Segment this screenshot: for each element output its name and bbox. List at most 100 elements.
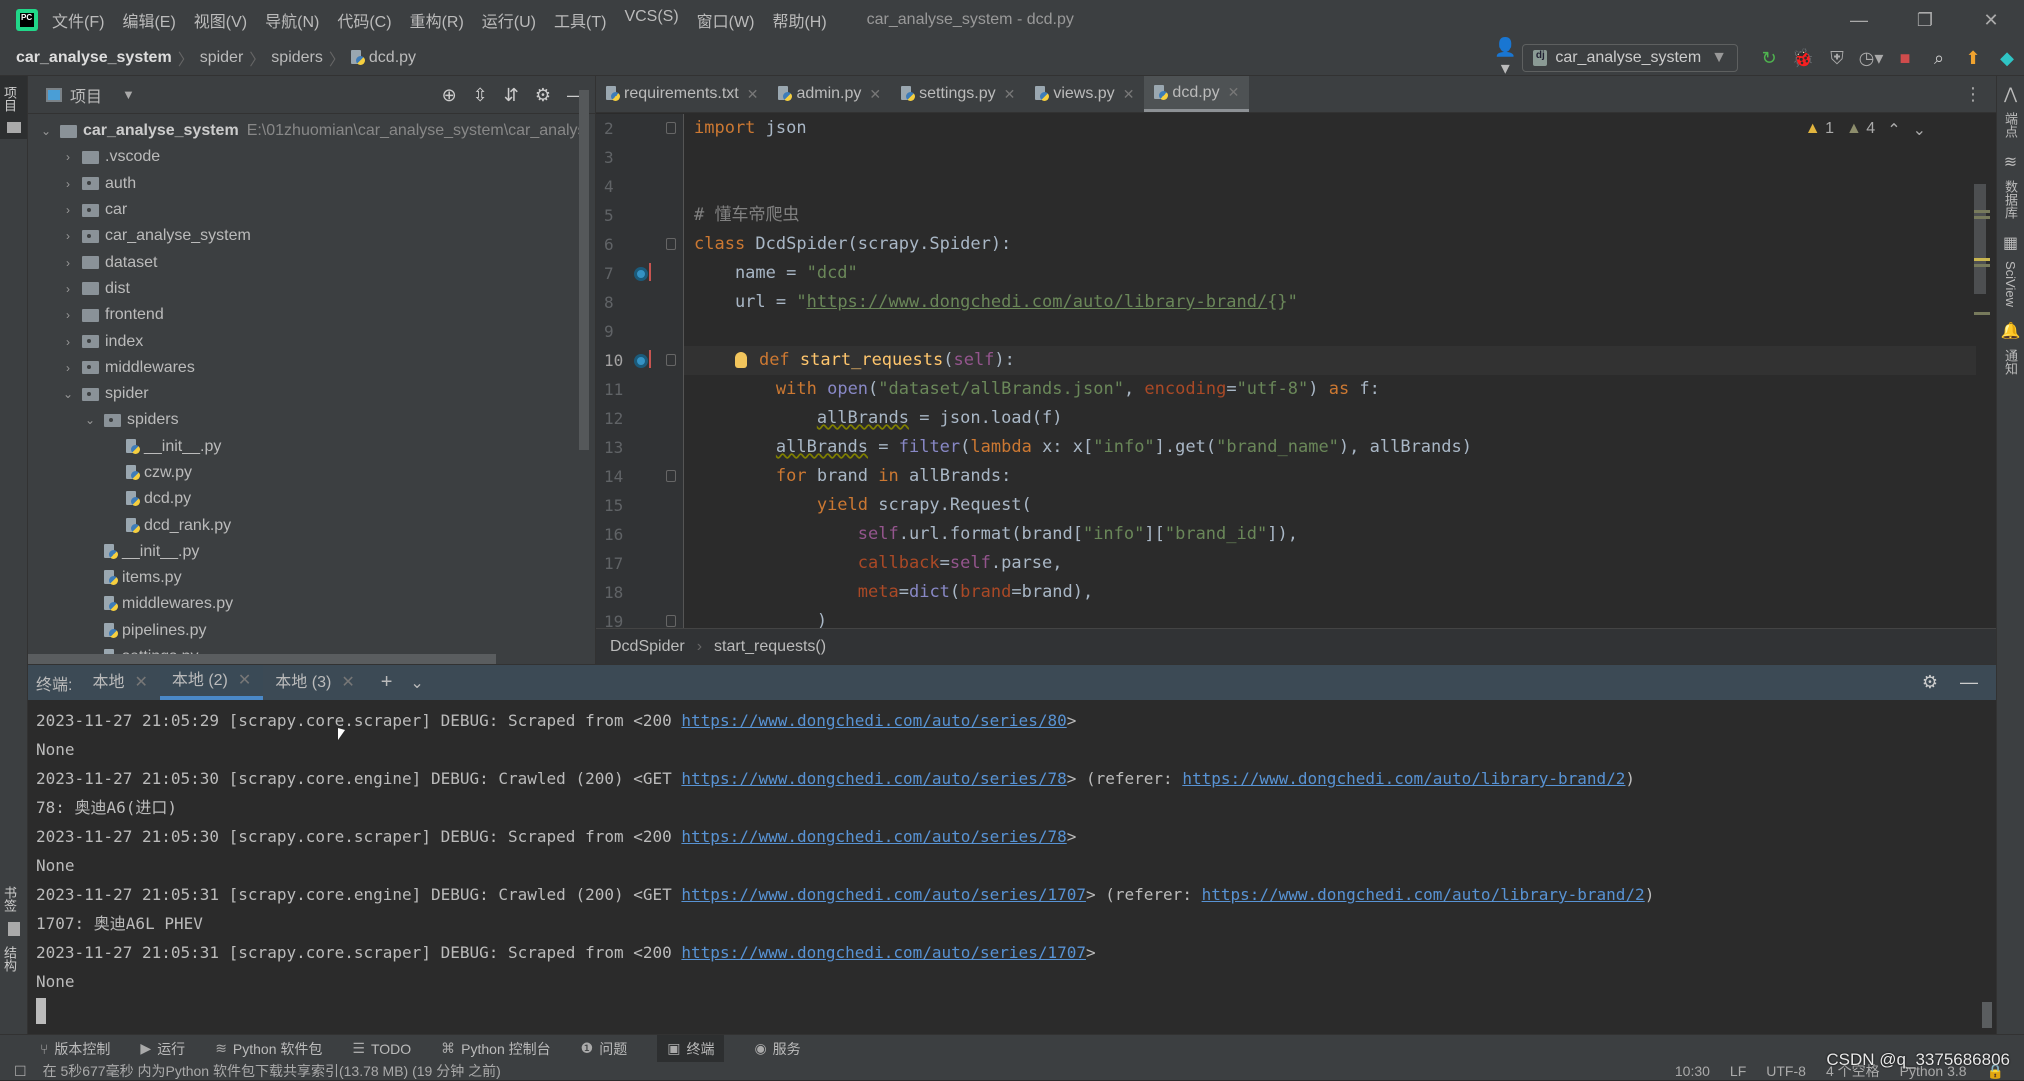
chevron-down-icon[interactable]: ⌄ <box>38 124 54 138</box>
tree-item[interactable]: › car_analyse_system <box>28 223 595 249</box>
tree-item[interactable]: pipelines.py <box>28 618 595 644</box>
tree-item[interactable]: __init__.py <box>28 434 595 460</box>
hide-icon[interactable]: — <box>1960 672 1978 693</box>
close-button[interactable]: ✕ <box>1958 0 2024 40</box>
next-highlight-icon[interactable]: ⌄ <box>1913 120 1926 140</box>
line-number[interactable]: 8 <box>596 288 683 317</box>
override-icon[interactable] <box>634 263 651 281</box>
terminal-link[interactable]: https://www.dongchedi.com/auto/series/17… <box>681 943 1086 962</box>
chevron-down-icon[interactable]: ▼ <box>122 87 135 102</box>
minimize-button[interactable]: — <box>1826 0 1892 40</box>
fold-icon[interactable] <box>666 615 676 627</box>
editor-scrollbar[interactable] <box>1974 184 1986 294</box>
tool-window-structure[interactable]: 结构 <box>0 936 19 982</box>
close-tab-icon[interactable]: ✕ <box>238 663 251 698</box>
tree-item[interactable]: items.py <box>28 565 595 591</box>
editor-tab[interactable]: settings.py ✕ <box>891 76 1025 112</box>
error-stripe-mark[interactable] <box>1974 210 1990 213</box>
line-number[interactable]: 7 <box>596 259 683 288</box>
restore-button[interactable]: ❐ <box>1892 0 1958 40</box>
tool-window-button[interactable]: ▶ 运行 <box>140 1035 185 1063</box>
debug-icon[interactable]: 🐞 <box>1789 48 1817 69</box>
editor-tab[interactable]: dcd.py ✕ <box>1144 76 1250 112</box>
close-tab-icon[interactable]: ✕ <box>1123 86 1135 103</box>
terminal-link[interactable]: https://www.dongchedi.com/auto/series/78 <box>681 769 1066 788</box>
profile-icon[interactable]: ◷▾ <box>1857 48 1885 69</box>
tree-item[interactable]: › auth <box>28 171 595 197</box>
menu-item[interactable]: 帮助(H) <box>772 8 826 32</box>
line-number[interactable]: 17 <box>596 549 683 578</box>
chevron-right-icon[interactable]: › <box>60 335 76 349</box>
editor-tab[interactable]: admin.py ✕ <box>768 76 891 112</box>
previous-highlight-icon[interactable]: ⌃ <box>1887 120 1900 140</box>
breadcrumb-item[interactable]: dcd.py <box>369 49 416 67</box>
breadcrumb-item[interactable]: spider <box>200 49 244 67</box>
tree-item[interactable]: __init__.py <box>28 539 595 565</box>
tool-window-database[interactable]: 数据库 <box>2001 180 2020 219</box>
menu-item[interactable]: 运行(U) <box>482 8 536 32</box>
terminal-link[interactable]: https://www.dongchedi.com/auto/library-b… <box>1202 885 1645 904</box>
editor-tab[interactable]: requirements.txt ✕ <box>596 76 768 112</box>
close-tab-icon[interactable]: ✕ <box>869 86 881 103</box>
tree-item[interactable]: dcd_rank.py <box>28 512 595 538</box>
tree-item[interactable]: › dataset <box>28 249 595 275</box>
tool-window-button[interactable]: ☰ TODO <box>352 1035 411 1063</box>
tree-item[interactable]: dcd.py <box>28 486 595 512</box>
chevron-right-icon[interactable]: › <box>60 256 76 270</box>
menu-item[interactable]: 文件(F) <box>52 8 104 32</box>
line-number[interactable]: 15 <box>596 491 683 520</box>
user-icon[interactable]: 👤▾ <box>1491 37 1519 79</box>
menu-item[interactable]: 视图(V) <box>194 8 247 32</box>
terminal-tab[interactable]: 本地 (2) ✕ <box>159 663 264 700</box>
more-tabs-icon[interactable]: ⋮ <box>1950 76 1996 112</box>
terminal-scrollbar[interactable] <box>1982 1002 1992 1028</box>
terminal-link[interactable]: https://www.dongchedi.com/auto/series/17… <box>681 885 1086 904</box>
tree-item[interactable]: ⌄ spider <box>28 381 595 407</box>
chevron-right-icon[interactable]: › <box>60 308 76 322</box>
tree-item[interactable]: › car <box>28 197 595 223</box>
code-area[interactable]: 2 3 4 5 6 7 8 9 10 11 12 13 14 15 16 17 18 19 import json… <box>596 114 1996 628</box>
tool-window-endpoints[interactable]: 端点 <box>2001 112 2020 138</box>
line-number[interactable]: 4 <box>596 172 683 201</box>
coverage-icon[interactable]: ⛨ <box>1823 48 1851 69</box>
locate-icon[interactable]: ⊕ <box>442 85 457 106</box>
tree-item[interactable]: ⌄ spiders <box>28 407 595 433</box>
line-number[interactable]: 13 <box>596 433 683 462</box>
tool-window-button[interactable]: ▣ 终端 <box>657 1034 725 1063</box>
terminal-link[interactable]: https://www.dongchedi.com/auto/library-b… <box>1182 769 1625 788</box>
tool-window-bookmarks[interactable]: 书签 <box>0 876 19 922</box>
terminal-output[interactable]: 2023-11-27 21:05:29 [scrapy.core.scraper… <box>28 700 1996 1030</box>
tool-window-project[interactable]: 项目 <box>0 76 19 122</box>
terminal-link[interactable]: https://www.dongchedi.com/auto/series/78 <box>681 827 1066 846</box>
chevron-down-icon[interactable]: ⌄ <box>60 387 76 401</box>
tree-item[interactable]: › index <box>28 328 595 354</box>
line-number[interactable]: 11 <box>596 375 683 404</box>
status-message[interactable]: 在 5秒677毫秒 内为Python 软件包下载共享索引(13.78 MB) (… <box>43 1061 501 1081</box>
tool-window-sciview[interactable]: SciView <box>2003 261 2018 307</box>
tree-item[interactable]: › dist <box>28 276 595 302</box>
tree-item[interactable]: › frontend <box>28 302 595 328</box>
tree-item[interactable]: czw.py <box>28 460 595 486</box>
terminal-tab[interactable]: 本地 (3) ✕ <box>263 665 366 700</box>
code-breadcrumb-item[interactable]: DcdSpider <box>610 638 685 656</box>
gear-icon[interactable]: ⚙ <box>535 85 551 106</box>
chevron-down-icon[interactable]: ⌄ <box>410 673 423 693</box>
breadcrumb-item[interactable]: spiders <box>271 49 323 67</box>
chevron-right-icon[interactable]: › <box>60 203 76 217</box>
inspection-widget[interactable]: ▲ 1 ▲ 4 ⌃ ⌄ <box>1805 120 1926 140</box>
close-tab-icon[interactable]: ✕ <box>134 665 147 700</box>
chevron-right-icon[interactable]: › <box>60 361 76 375</box>
tool-window-button[interactable]: ⑂ 版本控制 <box>40 1035 110 1063</box>
chevron-right-icon[interactable]: › <box>60 177 76 191</box>
close-tab-icon[interactable]: ✕ <box>341 665 354 700</box>
error-stripe-mark[interactable] <box>1974 264 1990 267</box>
expand-all-icon[interactable]: ⇳ <box>473 85 488 106</box>
fold-icon[interactable] <box>666 470 676 482</box>
override-icon[interactable] <box>634 350 651 368</box>
close-tab-icon[interactable]: ✕ <box>1228 84 1240 101</box>
line-number[interactable]: 2 <box>596 114 683 143</box>
chevron-right-icon[interactable]: › <box>60 229 76 243</box>
update-icon[interactable]: ⬆ <box>1959 48 1987 69</box>
terminal-tab[interactable]: 本地 ✕ <box>80 665 159 700</box>
search-icon[interactable]: ⌕ <box>1925 48 1953 69</box>
